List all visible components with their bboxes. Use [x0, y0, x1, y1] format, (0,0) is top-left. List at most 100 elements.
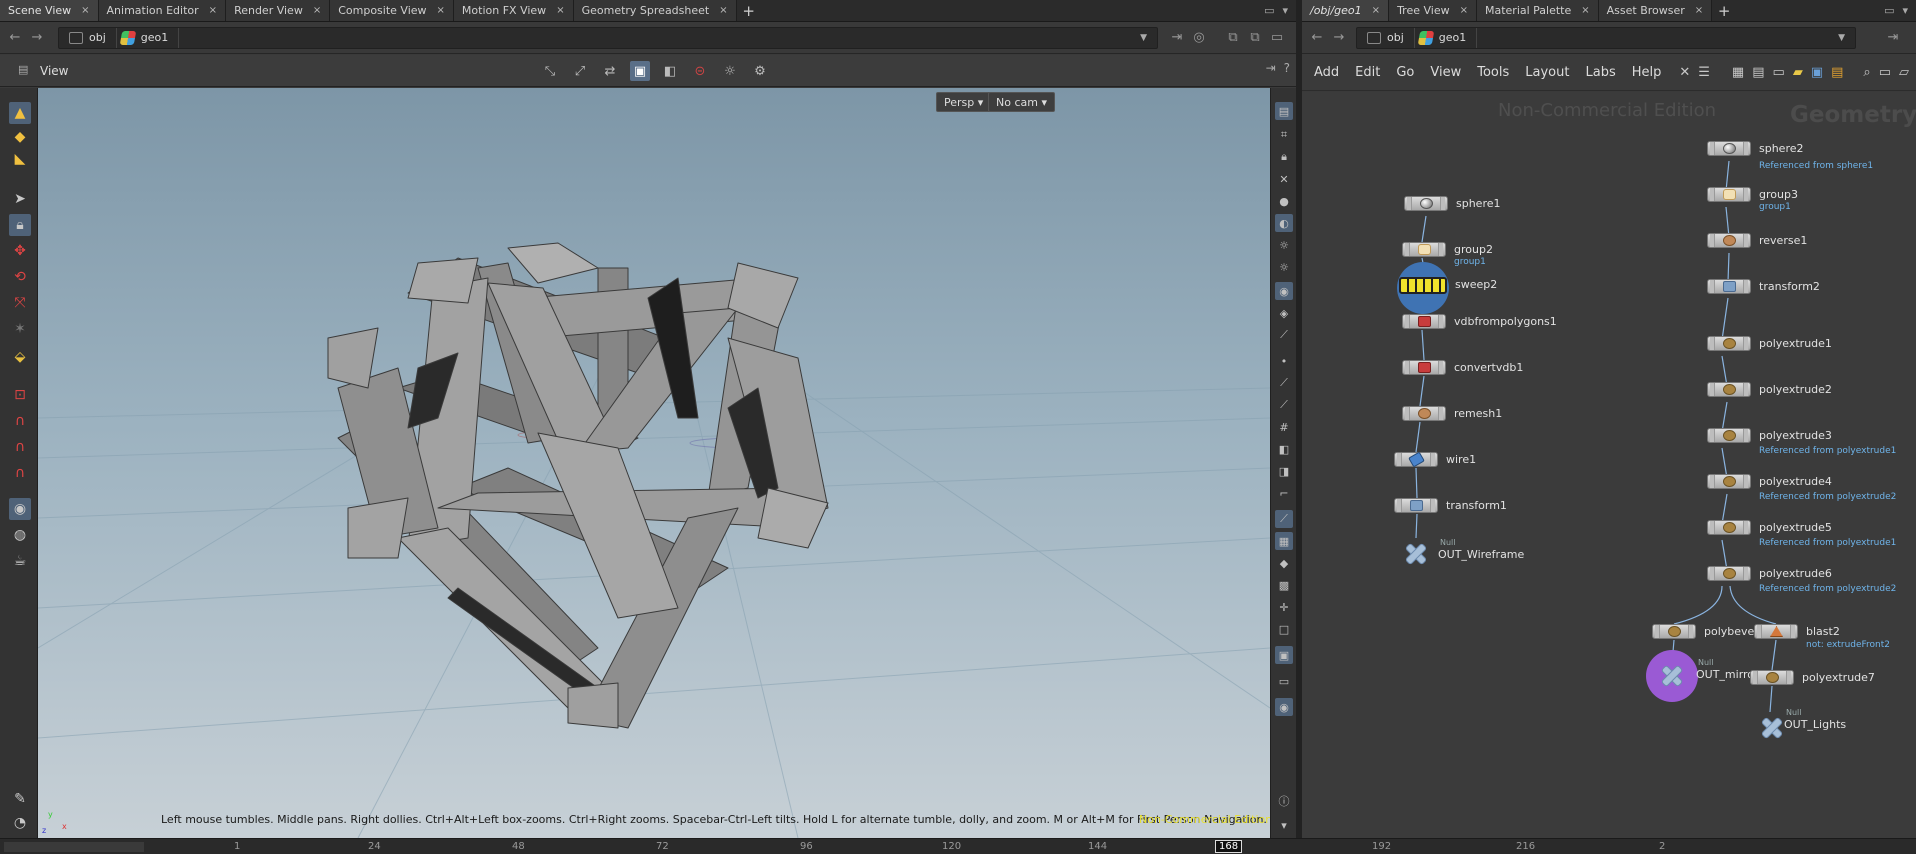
lights-icon[interactable]: ☼	[720, 61, 740, 81]
view-layout-icon[interactable]: ⧉	[1244, 30, 1266, 45]
transform-icon[interactable]: ✛	[1275, 598, 1293, 616]
perspective-menu-button[interactable]: Persp ▾	[936, 92, 992, 112]
smooth-shaded-icon[interactable]: ◆	[1275, 554, 1293, 572]
handle-tool-icon[interactable]: ⬙	[9, 346, 31, 368]
pin-icon[interactable]: ⇥	[1166, 30, 1188, 45]
rotate-tool-icon[interactable]: ⟲	[9, 266, 31, 288]
display-options-icon[interactable]: ⚙	[750, 61, 770, 81]
disabled-icon[interactable]: ⊝	[690, 61, 710, 81]
normals-icon[interactable]: ⟋	[1275, 326, 1293, 344]
tile-view-icon[interactable]: ▤	[1752, 65, 1764, 80]
help-icon[interactable]: ?	[1284, 61, 1290, 75]
menu-layout[interactable]: Layout	[1517, 65, 1577, 80]
forward-arrow-icon[interactable]: →	[26, 30, 48, 45]
tab-motion-fx-view[interactable]: Motion FX View ×	[453, 0, 574, 21]
menu-go[interactable]: Go	[1388, 65, 1422, 80]
render-region-icon[interactable]: ☕︎	[9, 550, 31, 572]
maximize-icon[interactable]: ▭	[1266, 30, 1288, 45]
wireframe-icon[interactable]: ⟋	[1275, 510, 1293, 528]
pose-tool-icon[interactable]: ✶	[9, 318, 31, 340]
prim-icon[interactable]: ⟋	[1275, 396, 1293, 414]
close-icon[interactable]: ×	[1581, 5, 1589, 16]
close-icon[interactable]: ×	[437, 5, 445, 16]
current-frame-indicator[interactable]: 168	[1215, 840, 1243, 853]
camera-menu-button[interactable]: No cam ▾	[988, 92, 1055, 112]
info-icon[interactable]: ⓘ	[1275, 792, 1293, 810]
close-icon[interactable]: ×	[719, 5, 727, 16]
close-icon[interactable]: ×	[1372, 5, 1380, 16]
menu-view[interactable]: View	[1422, 65, 1469, 80]
snap-icon[interactable]: ∩	[9, 410, 31, 432]
pin-icon[interactable]: ⇥	[1266, 61, 1276, 75]
network-options-icon[interactable]: ▭	[1879, 65, 1891, 80]
point-display-icon[interactable]: ◈	[1275, 304, 1293, 322]
shape-palette-icon[interactable]: ▤	[1831, 65, 1843, 80]
close-view-icon[interactable]: ✕	[1275, 170, 1293, 188]
breadcrumb-obj[interactable]: obj	[65, 27, 117, 48]
lock-icon[interactable]: 🔒︎	[9, 214, 31, 236]
snap-prim-icon[interactable]: ⤢	[570, 61, 590, 81]
camera-view-icon[interactable]: ◉	[1275, 282, 1293, 300]
select-edges-icon[interactable]: ◣	[9, 148, 31, 170]
uv-icon[interactable]: ◨	[1275, 462, 1293, 480]
lock-camera-icon[interactable]: 🔒︎	[1275, 148, 1293, 166]
menu-add[interactable]: Add	[1306, 65, 1347, 80]
brush-icon[interactable]: ✎	[9, 788, 31, 810]
menu-tools[interactable]: Tools	[1469, 65, 1517, 80]
select-points-icon[interactable]: ◆	[9, 126, 31, 148]
select-tool-icon[interactable]: ▲	[9, 102, 31, 124]
color-icon[interactable]: ◧	[1275, 440, 1293, 458]
list-view-icon[interactable]: ☰	[1698, 65, 1710, 80]
add-tab-button[interactable]: +	[1712, 0, 1736, 21]
scale-tool-icon[interactable]: ⤧	[9, 292, 31, 314]
pane-layout-icon[interactable]: ▭	[1264, 4, 1274, 17]
viewport-render-icon[interactable]: ▣	[630, 61, 650, 81]
sticky-note-icon[interactable]: ▰	[1793, 65, 1803, 80]
visualizer-icon[interactable]: ◍	[9, 524, 31, 546]
light-bulb-icon[interactable]: ☼	[1275, 258, 1293, 276]
tab-tree-view[interactable]: Tree View ×	[1389, 0, 1477, 21]
pane-menu-icon[interactable]: ▾	[1282, 4, 1288, 17]
snap-grid-icon[interactable]: ⤡	[540, 61, 560, 81]
lights-icon[interactable]: ◐	[1275, 214, 1293, 232]
breadcrumb-obj[interactable]: obj	[1363, 27, 1415, 48]
camera-tool-icon[interactable]: ◉	[9, 498, 31, 520]
add-tab-button[interactable]: +	[737, 0, 761, 21]
timeline-bar[interactable]: 1 24 48 72 96 120 144 168 192 216 2	[0, 838, 1916, 854]
forward-arrow-icon[interactable]: →	[1328, 30, 1350, 45]
pin-view-icon[interactable]: ◉	[1275, 698, 1293, 716]
menu-labs[interactable]: Labs	[1577, 65, 1623, 80]
expand-down-icon[interactable]: ▾	[1275, 816, 1293, 834]
shading-icon[interactable]: ●	[1275, 192, 1293, 210]
path-field[interactable]: obj geo1 ▼	[1356, 26, 1856, 49]
shaded-icon[interactable]: ▦	[1275, 532, 1293, 550]
tab-render-view[interactable]: Render View ×	[226, 0, 331, 21]
guide-icon[interactable]: ⌐	[1275, 484, 1293, 502]
close-icon[interactable]: ×	[1460, 5, 1468, 16]
viewer-menu-icon[interactable]: ▤	[18, 63, 28, 76]
camera-icon[interactable]: ◧	[660, 61, 680, 81]
tab-asset-browser[interactable]: Asset Browser ×	[1598, 0, 1713, 21]
box-icon[interactable]: □	[1275, 620, 1293, 638]
snap-point-icon[interactable]: ⇄	[600, 61, 620, 81]
arrow-tool-icon[interactable]: ➤	[9, 188, 31, 210]
display-options-icon[interactable]: ▤	[1275, 102, 1293, 120]
safe-area-icon[interactable]: ▭	[1275, 672, 1293, 690]
texture-icon[interactable]: ▩	[1275, 576, 1293, 594]
close-icon[interactable]: ×	[209, 5, 217, 16]
tab-scene-view[interactable]: Scene View ×	[0, 0, 99, 21]
tab-geometry-spreadsheet[interactable]: Geometry Spreadsheet ×	[573, 0, 737, 21]
light-bulb-icon[interactable]: ☼	[1275, 236, 1293, 254]
desktop-icon[interactable]: ⧉	[1222, 30, 1244, 45]
numbers-icon[interactable]: #	[1275, 418, 1293, 436]
link-icon[interactable]: ◎	[1188, 30, 1210, 45]
close-icon[interactable]: ×	[1695, 5, 1703, 16]
search-icon[interactable]: ⌕	[1863, 65, 1870, 80]
magnet-icon[interactable]: ∩	[9, 462, 31, 484]
more-icon[interactable]: ▱	[1899, 65, 1909, 80]
tab-animation-editor[interactable]: Animation Editor ×	[98, 0, 227, 21]
viewport-3d[interactable]: Persp ▾ No cam ▾ y x z Left mouse tumble…	[38, 88, 1270, 838]
tab-material-palette[interactable]: Material Palette ×	[1476, 0, 1599, 21]
wrench-icon[interactable]: ✕	[1679, 65, 1690, 80]
playback-controls[interactable]	[4, 842, 144, 852]
